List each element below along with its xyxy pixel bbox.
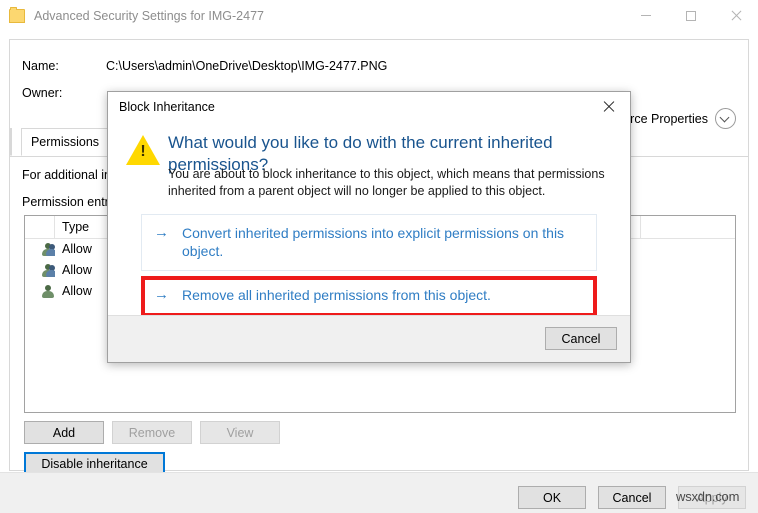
dialog-cancel-button[interactable]: Cancel bbox=[545, 327, 617, 350]
close-icon bbox=[603, 101, 615, 113]
remove-inherited-permissions-option[interactable]: → Remove all inherited permissions from … bbox=[141, 276, 597, 314]
dialog-title: Block Inheritance bbox=[119, 100, 215, 114]
watermark: wsxdn.com bbox=[676, 489, 740, 504]
row-icon-cell bbox=[25, 260, 55, 281]
view-button: View bbox=[200, 421, 280, 444]
additional-info-text: For additional inf bbox=[22, 168, 115, 182]
minimize-icon bbox=[640, 15, 651, 16]
name-value: C:\Users\admin\OneDrive\Desktop\IMG-2477… bbox=[106, 59, 388, 73]
warning-glyph: ! bbox=[140, 143, 146, 160]
grid-header-icon bbox=[25, 216, 55, 238]
close-button[interactable] bbox=[713, 0, 758, 31]
row-type: Allow bbox=[62, 242, 92, 256]
window-titlebar: Advanced Security Settings for IMG-2477 bbox=[0, 0, 758, 31]
remove-button: Remove bbox=[112, 421, 192, 444]
row-icon-cell bbox=[25, 281, 55, 302]
window-controls bbox=[623, 0, 758, 31]
permission-entries-label: Permission entrie bbox=[22, 195, 119, 209]
minimize-button[interactable] bbox=[623, 0, 668, 31]
arrow-right-icon: → bbox=[154, 286, 169, 303]
block-inheritance-dialog: Block Inheritance ! What would you like … bbox=[107, 91, 631, 363]
close-icon bbox=[730, 10, 741, 21]
convert-inherited-permissions-option[interactable]: → Convert inherited permissions into exp… bbox=[141, 214, 597, 271]
row-type: Allow bbox=[62, 263, 92, 277]
dialog-close-button[interactable] bbox=[588, 92, 630, 122]
maximize-button[interactable] bbox=[668, 0, 713, 31]
owner-label: Owner: bbox=[22, 86, 63, 100]
convert-option-label: Convert inherited permissions into expli… bbox=[182, 225, 565, 259]
remove-option-label: Remove all inherited permissions from th… bbox=[182, 287, 491, 303]
row-type: Allow bbox=[62, 284, 92, 298]
tab-permissions[interactable]: Permissions bbox=[21, 128, 109, 156]
chevron-down-icon[interactable] bbox=[715, 108, 736, 129]
ok-button[interactable]: OK bbox=[518, 486, 586, 509]
dialog-footer: Cancel bbox=[108, 315, 630, 362]
window-title: Advanced Security Settings for IMG-2477 bbox=[34, 8, 264, 23]
warning-triangle-icon: ! bbox=[126, 135, 160, 165]
folder-icon bbox=[9, 6, 25, 23]
maximize-icon bbox=[685, 10, 696, 21]
tab-effective-access[interactable] bbox=[10, 128, 12, 156]
arrow-right-icon: → bbox=[154, 224, 169, 241]
add-button[interactable]: Add bbox=[24, 421, 104, 444]
row-icon-cell bbox=[25, 239, 55, 260]
dialog-body-text: You are about to block inheritance to th… bbox=[168, 167, 605, 198]
grid-header-type: Type bbox=[55, 216, 111, 238]
name-label: Name: bbox=[22, 59, 59, 73]
dialog-titlebar: Block Inheritance bbox=[108, 92, 630, 122]
cancel-button[interactable]: Cancel bbox=[598, 486, 666, 509]
